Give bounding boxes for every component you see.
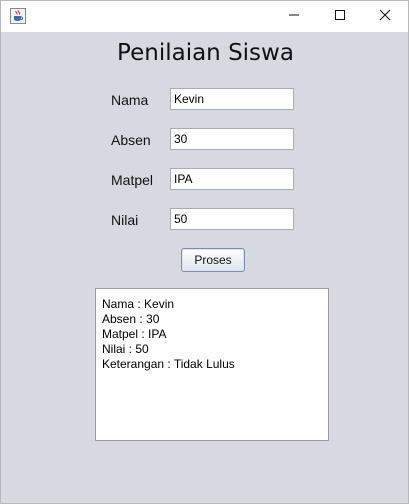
app-window: Penilaian Siswa Nama Absen Matpel Nilai … <box>0 0 409 504</box>
output-line-nilai: Nilai : 50 <box>102 342 149 356</box>
output-line-matpel: Matpel : IPA <box>102 327 167 341</box>
nama-field[interactable] <box>170 88 294 110</box>
absen-field[interactable] <box>170 128 294 150</box>
maximize-icon <box>334 8 346 26</box>
nama-label: Nama <box>111 92 149 108</box>
matpel-label: Matpel <box>111 172 154 188</box>
minimize-icon <box>288 8 300 26</box>
page-title: Penilaian Siswa <box>117 40 294 66</box>
output-line-keterangan: Keterangan : Tidak Lulus <box>102 357 235 371</box>
output-line-nama: Nama : Kevin <box>102 297 175 311</box>
close-icon <box>379 8 391 26</box>
nilai-label: Nilai <box>111 212 139 228</box>
minimize-button[interactable] <box>271 1 317 32</box>
close-button[interactable] <box>362 1 408 32</box>
form-panel: Penilaian Siswa Nama Absen Matpel Nilai … <box>1 32 408 503</box>
nilai-field[interactable] <box>170 208 294 230</box>
java-cup-icon[interactable] <box>10 8 26 24</box>
output-line-absen: Absen : 30 <box>102 312 160 326</box>
proses-button[interactable]: Proses <box>181 248 245 272</box>
title-bar <box>1 1 408 32</box>
output-textarea[interactable]: Nama : Kevin Absen : 30 Matpel : IPA Nil… <box>95 288 329 441</box>
maximize-button[interactable] <box>317 1 363 32</box>
absen-label: Absen <box>111 132 151 148</box>
matpel-field[interactable] <box>170 168 294 190</box>
